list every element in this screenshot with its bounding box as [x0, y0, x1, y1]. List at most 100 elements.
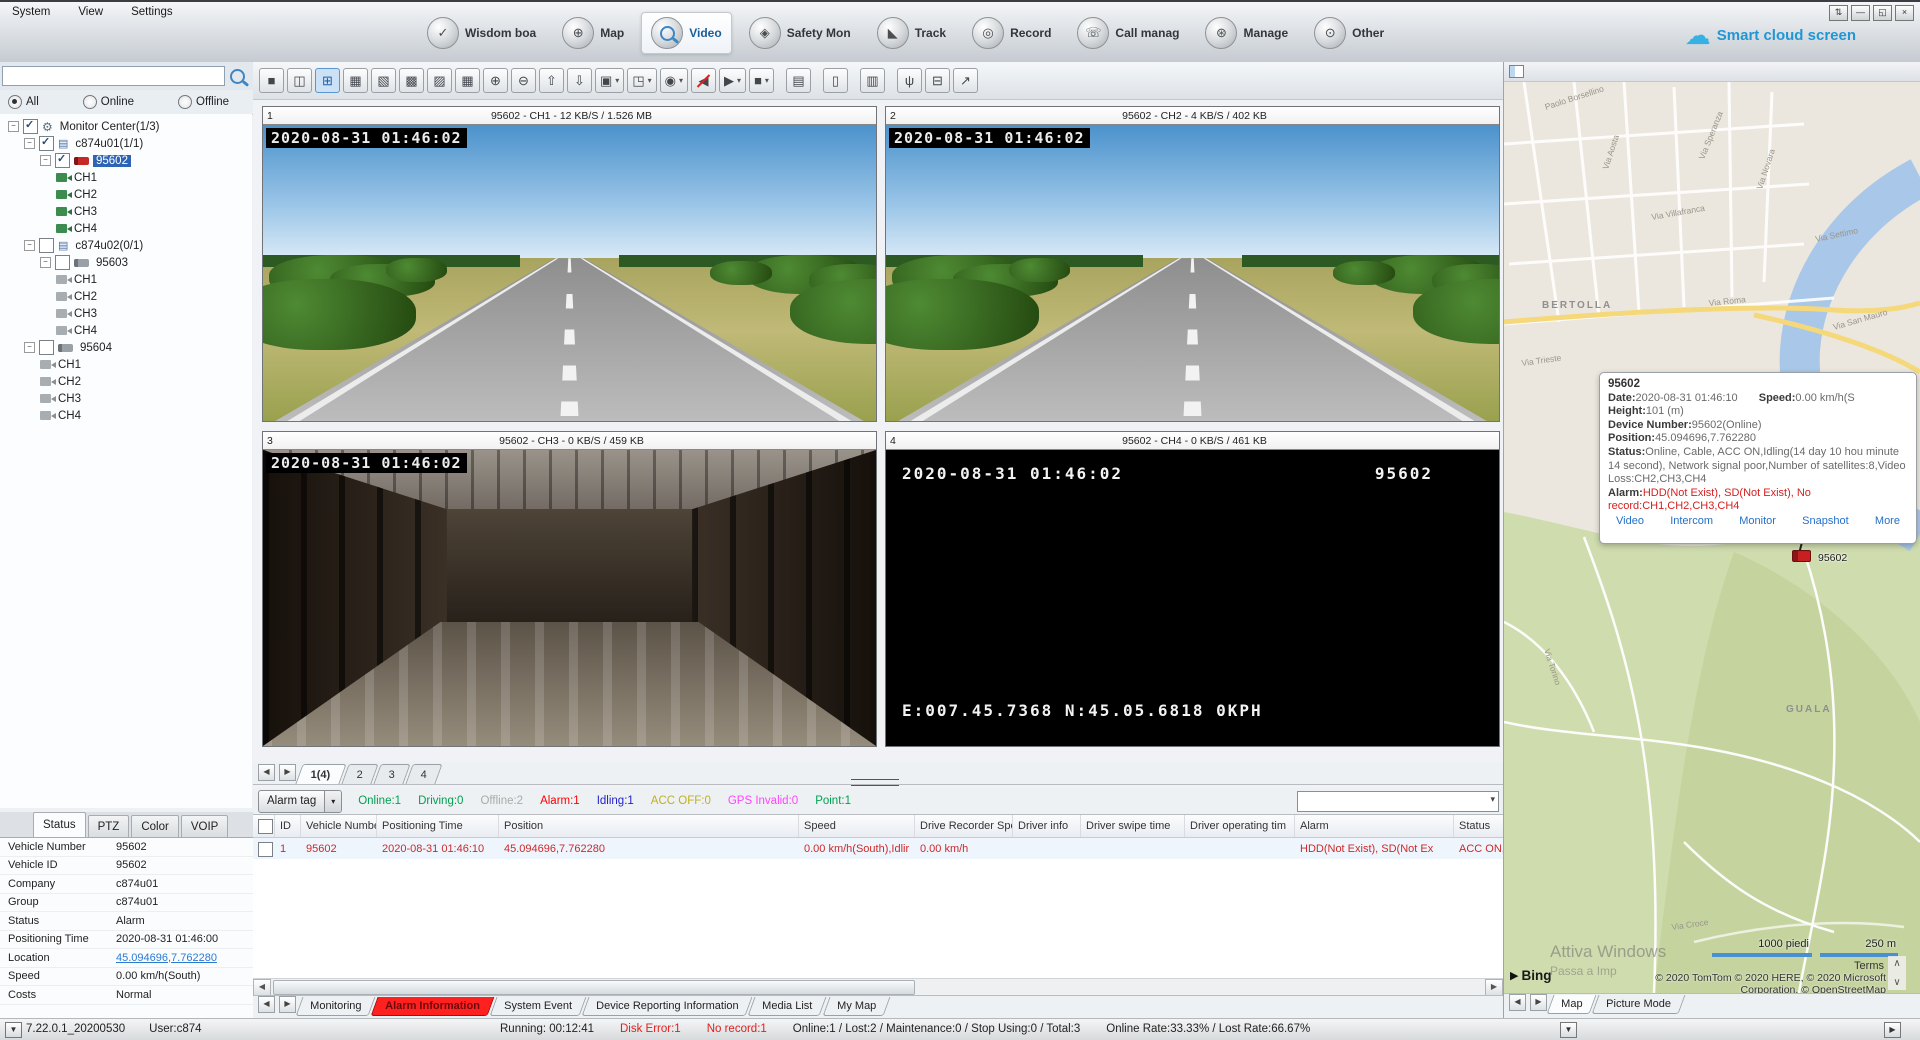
ribbon-button-other[interactable]: ⊙Other — [1305, 13, 1393, 53]
column-header-driver-operating-tim[interactable]: Driver operating tim — [1185, 815, 1295, 837]
column-header-drive-recorder-speed[interactable]: Drive Recorder Speed — [915, 815, 1013, 837]
tree-checkbox[interactable] — [39, 340, 54, 355]
tab-media-list[interactable]: Media List — [748, 997, 827, 1016]
column-header-driver-swipe-time[interactable]: Driver swipe time — [1081, 815, 1185, 837]
filter-radio-offline[interactable]: Offline — [178, 95, 229, 109]
tree-item-95604[interactable]: −95604 — [0, 339, 252, 356]
map-tabs-prev-icon[interactable]: ◀ — [1509, 994, 1526, 1011]
tree-item-c874u02-0-1-[interactable]: −▤c874u02(0/1) — [0, 237, 252, 254]
view-16-split-button[interactable]: ▦ — [455, 68, 480, 93]
page-prev-icon[interactable]: ◀ — [258, 764, 275, 781]
mute-speaker-button[interactable]: ◀ — [691, 68, 716, 93]
tree-item-95603[interactable]: −95603 — [0, 254, 252, 271]
ribbon-button-track[interactable]: ◣Track — [868, 13, 955, 53]
tree-expander-icon[interactable]: − — [24, 342, 35, 353]
close-button[interactable]: × — [1895, 5, 1914, 21]
tab-my-map[interactable]: My Map — [822, 997, 890, 1016]
intercom-mic-button[interactable]: ψ — [897, 68, 922, 93]
menu-item-settings[interactable]: Settings — [131, 6, 173, 18]
expand-button[interactable]: ↗ — [953, 68, 978, 93]
tab-voip[interactable]: VOIP — [181, 815, 228, 837]
tree-item-ch1[interactable]: CH1 — [0, 169, 252, 186]
menu-item-system[interactable]: System — [12, 6, 50, 18]
scroll-left-icon[interactable]: ◀ — [253, 979, 271, 996]
vehicle-marker-icon[interactable] — [1792, 550, 1811, 562]
column-header-position[interactable]: Position — [499, 815, 799, 837]
table-horizontal-scrollbar[interactable]: ◀ ▶ — [253, 978, 1503, 996]
map-tabs-next-icon[interactable]: ▶ — [1530, 994, 1547, 1011]
map-layout-icon[interactable] — [1509, 65, 1524, 78]
header-checkbox[interactable] — [258, 819, 273, 834]
view-4-split-button[interactable]: ⊞ — [315, 68, 340, 93]
ribbon-button-safety-mon[interactable]: ◈Safety Mon — [740, 13, 860, 53]
tooltip-link-video[interactable]: Video — [1616, 515, 1644, 529]
tree-expander-icon[interactable]: − — [24, 240, 35, 251]
tab-device-reporting-information[interactable]: Device Reporting Information — [581, 997, 752, 1016]
video-pane-2[interactable]: 295602 - CH2 - 4 KB/S / 402 KB2020-08-31… — [885, 106, 1500, 422]
tree-item-ch2[interactable]: CH2 — [0, 288, 252, 305]
tooltip-link-monitor[interactable]: Monitor — [1739, 515, 1776, 529]
tab-ptz[interactable]: PTZ — [88, 815, 130, 837]
tree-item-c874u01-1-1-[interactable]: −▤c874u01(1/1) — [0, 135, 252, 152]
column-header-driver-info[interactable]: Driver info — [1013, 815, 1081, 837]
filter-radio-all[interactable]: All — [8, 95, 39, 109]
menu-item-view[interactable]: View — [78, 6, 103, 18]
chevron-down-icon[interactable]: ▾ — [615, 76, 619, 85]
tree-item-95602[interactable]: −95602 — [0, 152, 252, 169]
video-page-tab-3[interactable]: 3 — [373, 764, 410, 784]
tree-item-ch3[interactable]: CH3 — [0, 390, 252, 407]
page-next-icon[interactable]: ▶ — [279, 764, 296, 781]
tabs-prev-icon[interactable]: ◀ — [258, 996, 275, 1013]
tab-status[interactable]: Status — [33, 812, 86, 837]
zoom-in-button[interactable]: ⊕ — [483, 68, 508, 93]
tooltip-link-more[interactable]: More — [1875, 515, 1900, 529]
column-header-alarm[interactable]: Alarm — [1295, 815, 1454, 837]
stop-button[interactable]: ■▾ — [749, 68, 774, 93]
tree-expander-icon[interactable]: − — [40, 155, 51, 166]
view-13-split-button[interactable]: ▨ — [427, 68, 452, 93]
tree-checkbox[interactable] — [55, 255, 70, 270]
chevron-down-icon[interactable]: ▾ — [765, 76, 769, 85]
tree-checkbox[interactable] — [23, 119, 38, 134]
tree-item-ch4[interactable]: CH4 — [0, 407, 252, 424]
tab-alarm-information[interactable]: Alarm Information — [371, 997, 495, 1016]
view-8-split-button[interactable]: ▧ — [371, 68, 396, 93]
record-file-button[interactable]: ▯ — [823, 68, 848, 93]
minimize-button[interactable]: — — [1851, 5, 1870, 21]
page-down-button[interactable]: ⇩ — [567, 68, 592, 93]
table-row[interactable]: 1956022020-08-31 01:46:1045.094696,7.762… — [253, 838, 1503, 861]
fullscreen-button[interactable]: ▣▾ — [595, 68, 624, 93]
tab-monitoring[interactable]: Monitoring — [296, 997, 376, 1016]
play-button[interactable]: ▶▾ — [719, 68, 746, 93]
chevron-down-icon[interactable]: ▾ — [648, 76, 652, 85]
tab-system-event[interactable]: System Event — [490, 997, 587, 1016]
view-9-split-button[interactable]: ▩ — [399, 68, 424, 93]
status-dropdown-icon[interactable]: ▼ — [5, 1022, 22, 1038]
zoom-out-button[interactable]: ⊖ — [511, 68, 536, 93]
snapshot-camera-button[interactable]: ◉▾ — [660, 68, 688, 93]
tree-expander-icon[interactable]: − — [8, 121, 19, 132]
ribbon-button-wisdom-boa[interactable]: ✓Wisdom boa — [418, 13, 545, 53]
status-expand-icon[interactable]: ▶ — [1884, 1022, 1901, 1038]
tree-checkbox[interactable] — [39, 238, 54, 253]
scroll-right-icon[interactable]: ▶ — [1485, 979, 1503, 996]
tree-checkbox[interactable] — [55, 153, 70, 168]
map-canvas[interactable]: Paolo BorsellinoVia AostaVia SperanzaVia… — [1504, 82, 1920, 993]
video-page-tab-14[interactable]: 1(4) — [295, 764, 346, 784]
tree-item-ch3[interactable]: CH3 — [0, 305, 252, 322]
tree-item-ch3[interactable]: CH3 — [0, 203, 252, 220]
column-header-vehicle-number[interactable]: Vehicle Number — [301, 815, 377, 837]
chevron-down-icon[interactable]: ∨ — [1893, 977, 1900, 988]
page-up-button[interactable]: ⇧ — [539, 68, 564, 93]
column-header-speed[interactable]: Speed — [799, 815, 915, 837]
tree-expander-icon[interactable]: − — [40, 257, 51, 268]
chevron-down-icon[interactable]: ▾ — [679, 76, 683, 85]
save-button[interactable]: ▤ — [786, 68, 811, 93]
monitor-wall-button[interactable]: ⊟ — [925, 68, 950, 93]
view-single-button[interactable]: ■ — [259, 68, 284, 93]
scrollbar-thumb[interactable] — [273, 980, 915, 995]
splitter-grip[interactable] — [851, 779, 899, 786]
filter-radio-online[interactable]: Online — [83, 95, 134, 109]
tooltip-link-intercom[interactable]: Intercom — [1670, 515, 1713, 529]
tree-checkbox[interactable] — [39, 136, 54, 151]
